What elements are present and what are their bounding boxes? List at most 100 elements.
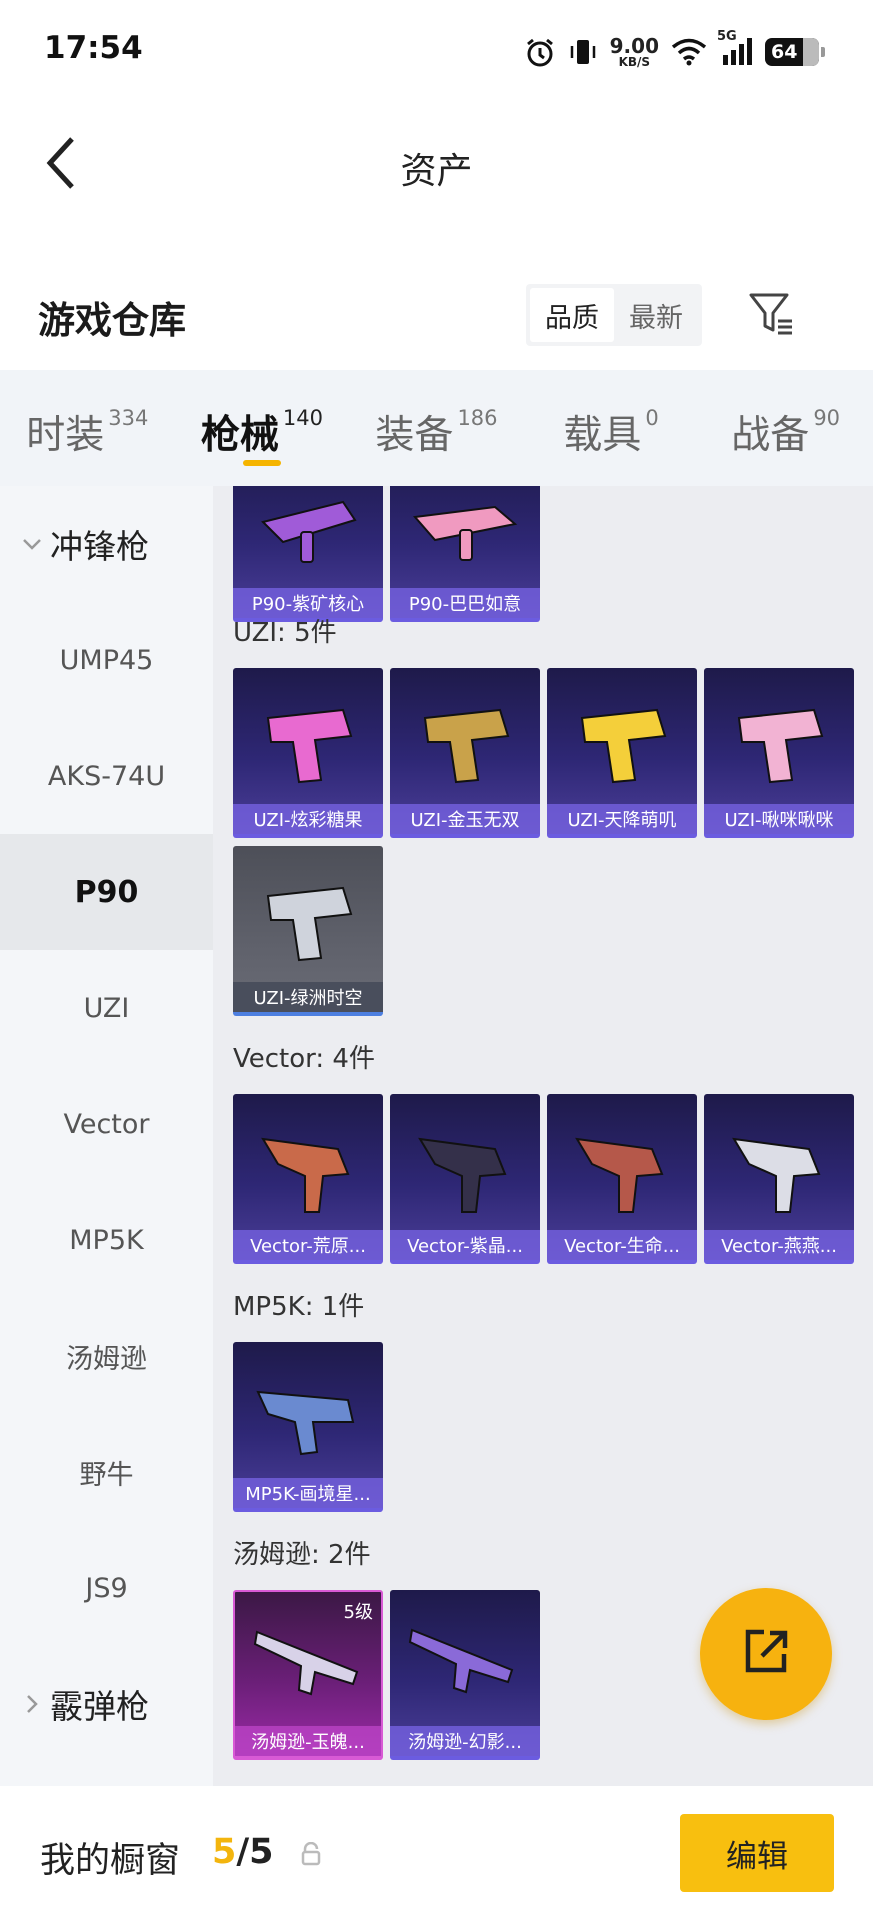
tab-equipment[interactable]: 装备 186 [349,370,524,486]
sort-option-quality[interactable]: 品质 [530,288,614,342]
item-card-label: UZI-炫彩糖果 [233,804,383,834]
chevron-right-icon [20,1694,44,1714]
item-card-thompson-2[interactable]: 汤姆逊-幻影... [390,1590,540,1760]
warehouse-title: 游戏仓库 [38,299,186,342]
sidebar-group-shotgun[interactable]: 霰弹枪 [0,1646,213,1762]
filter-button[interactable] [740,284,802,346]
sidebar-item-ump45[interactable]: UMP45 [0,602,213,718]
sidebar-item-vector[interactable]: Vector [0,1066,213,1182]
p90-weapon-icon [261,500,357,563]
status-bar: 17:54 9.00 KB/S 5G 64 [0,0,873,100]
alarm-icon [524,36,556,68]
tab-supplies[interactable]: 战备 90 [698,370,873,486]
item-card-label: UZI-天降萌叽 [547,804,697,834]
tab-count: 334 [108,406,149,430]
signal-icon: 5G [717,29,753,67]
weapon-sidebar: 冲锋枪 UMP45 AKS-74U P90 UZI Vector MP5K 汤姆… [0,486,213,1786]
uzi-weapon-icon [266,708,353,784]
status-icons: 9.00 KB/S 5G 64 [524,29,825,74]
item-card-uzi-1[interactable]: UZI-炫彩糖果 [233,668,383,838]
item-card-vector-4[interactable]: Vector-燕燕... [704,1094,854,1264]
tab-count: 186 [457,406,498,430]
battery-icon: 64 [765,38,825,66]
section-title-uzi: UZI: 5件 [233,618,337,648]
item-card-vector-1[interactable]: Vector-荒原... [233,1094,383,1264]
tab-label: 载具 [563,413,642,458]
sidebar-group-smg[interactable]: 冲锋枪 [0,486,213,602]
thompson-weapon-icon [408,1628,514,1694]
sidebar-item-thompson[interactable]: 汤姆逊 [0,1298,213,1414]
edit-button[interactable]: 编辑 [680,1814,834,1892]
vector-weapon-icon [261,1137,350,1213]
item-card-p90-2[interactable]: P90-巴巴如意 [390,486,540,622]
item-card-uzi-2[interactable]: UZI-金玉无双 [390,668,540,838]
showcase-count: 5/5 [212,1832,274,1872]
active-tab-indicator [242,460,281,466]
item-card-label: Vector-紫晶... [390,1230,540,1260]
showcase-bar: 我的橱窗 5/5 编辑 [0,1786,873,1920]
section-title-vector: Vector: 4件 [233,1044,375,1074]
sidebar-group-label: 霰弹枪 [50,1687,149,1726]
page-title: 资产 [400,151,473,192]
item-card-uzi-3[interactable]: UZI-天降萌叽 [547,668,697,838]
sidebar-item-bizon[interactable]: 野牛 [0,1414,213,1530]
tab-fashion[interactable]: 时装 334 [0,370,175,486]
vector-weapon-icon [418,1137,507,1213]
item-card-label: P90-巴巴如意 [390,588,540,618]
showcase-total: 5 [249,1832,274,1872]
sidebar-item-aks74u[interactable]: AKS-74U [0,718,213,834]
uzi-weapon-icon [580,708,667,784]
mp5k-weapon-icon [256,1390,355,1456]
share-icon [738,1624,794,1684]
item-card-label: UZI-金玉无双 [390,804,540,834]
item-card-label: Vector-生命... [547,1230,697,1260]
sidebar-item-p90[interactable]: P90 [0,834,213,950]
tab-firearms[interactable]: 枪械 140 [175,370,350,486]
item-card-vector-2[interactable]: Vector-紫晶... [390,1094,540,1264]
chevron-down-icon [20,537,44,551]
item-card-mp5k-1[interactable]: MP5K-画境星... [233,1342,383,1512]
sidebar-group-label: 冲锋枪 [50,527,149,566]
share-button[interactable] [700,1588,832,1720]
item-card-label: UZI-绿洲时空 [233,982,383,1012]
tab-label: 枪械 [200,413,279,458]
vibrate-icon [568,37,598,67]
item-card-p90-1[interactable]: P90-紫矿核心 [233,486,383,622]
tab-vehicles[interactable]: 载具 0 [524,370,699,486]
uzi-weapon-icon [423,708,510,784]
p90-weapon-icon [413,505,518,561]
wifi-icon [671,38,707,66]
sort-option-newest[interactable]: 最新 [614,288,698,342]
category-tabs: 时装 334 枪械 140 装备 186 载具 0 战备 90 [0,370,873,486]
sidebar-item-js9[interactable]: JS9 [0,1530,213,1646]
item-card-vector-3[interactable]: Vector-生命... [547,1094,697,1264]
item-card-uzi-5[interactable]: UZI-绿洲时空 [233,846,383,1016]
sidebar-item-mp5k[interactable]: MP5K [0,1182,213,1298]
filter-icon [746,288,796,342]
tab-count: 90 [813,406,841,430]
item-card-label: Vector-燕燕... [704,1230,854,1260]
net-speed: 9.00 KB/S [609,34,659,69]
item-card-label: UZI-啾咪啾咪 [704,804,854,834]
status-time: 17:54 [44,30,143,66]
showcase-separator: / [236,1832,250,1872]
warehouse-header: 游戏仓库 品质 最新 [0,230,873,370]
sidebar-item-uzi[interactable]: UZI [0,950,213,1066]
item-card-label: MP5K-画境星... [233,1478,383,1508]
section-title-thompson: 汤姆逊: 2件 [233,1540,371,1570]
nav-header: 资产 [0,100,873,230]
tab-count: 0 [645,406,659,430]
item-card-label: 汤姆逊-幻影... [390,1726,540,1756]
section-title-mp5k: MP5K: 1件 [233,1292,365,1322]
uzi-weapon-icon [737,708,824,784]
item-card-thompson-1[interactable]: 5级 汤姆逊-玉魄... [233,1590,383,1760]
item-card-label: 汤姆逊-玉魄... [235,1726,381,1756]
item-card-uzi-4[interactable]: UZI-啾咪啾咪 [704,668,854,838]
tab-label: 时装 [26,413,105,458]
showcase-current: 5 [212,1832,237,1872]
showcase-title: 我的橱窗 [40,1841,181,1881]
tab-label: 战备 [731,413,810,458]
item-card-label: Vector-荒原... [233,1230,383,1260]
tab-count: 140 [282,406,323,430]
sort-toggle: 品质 最新 [526,284,702,346]
